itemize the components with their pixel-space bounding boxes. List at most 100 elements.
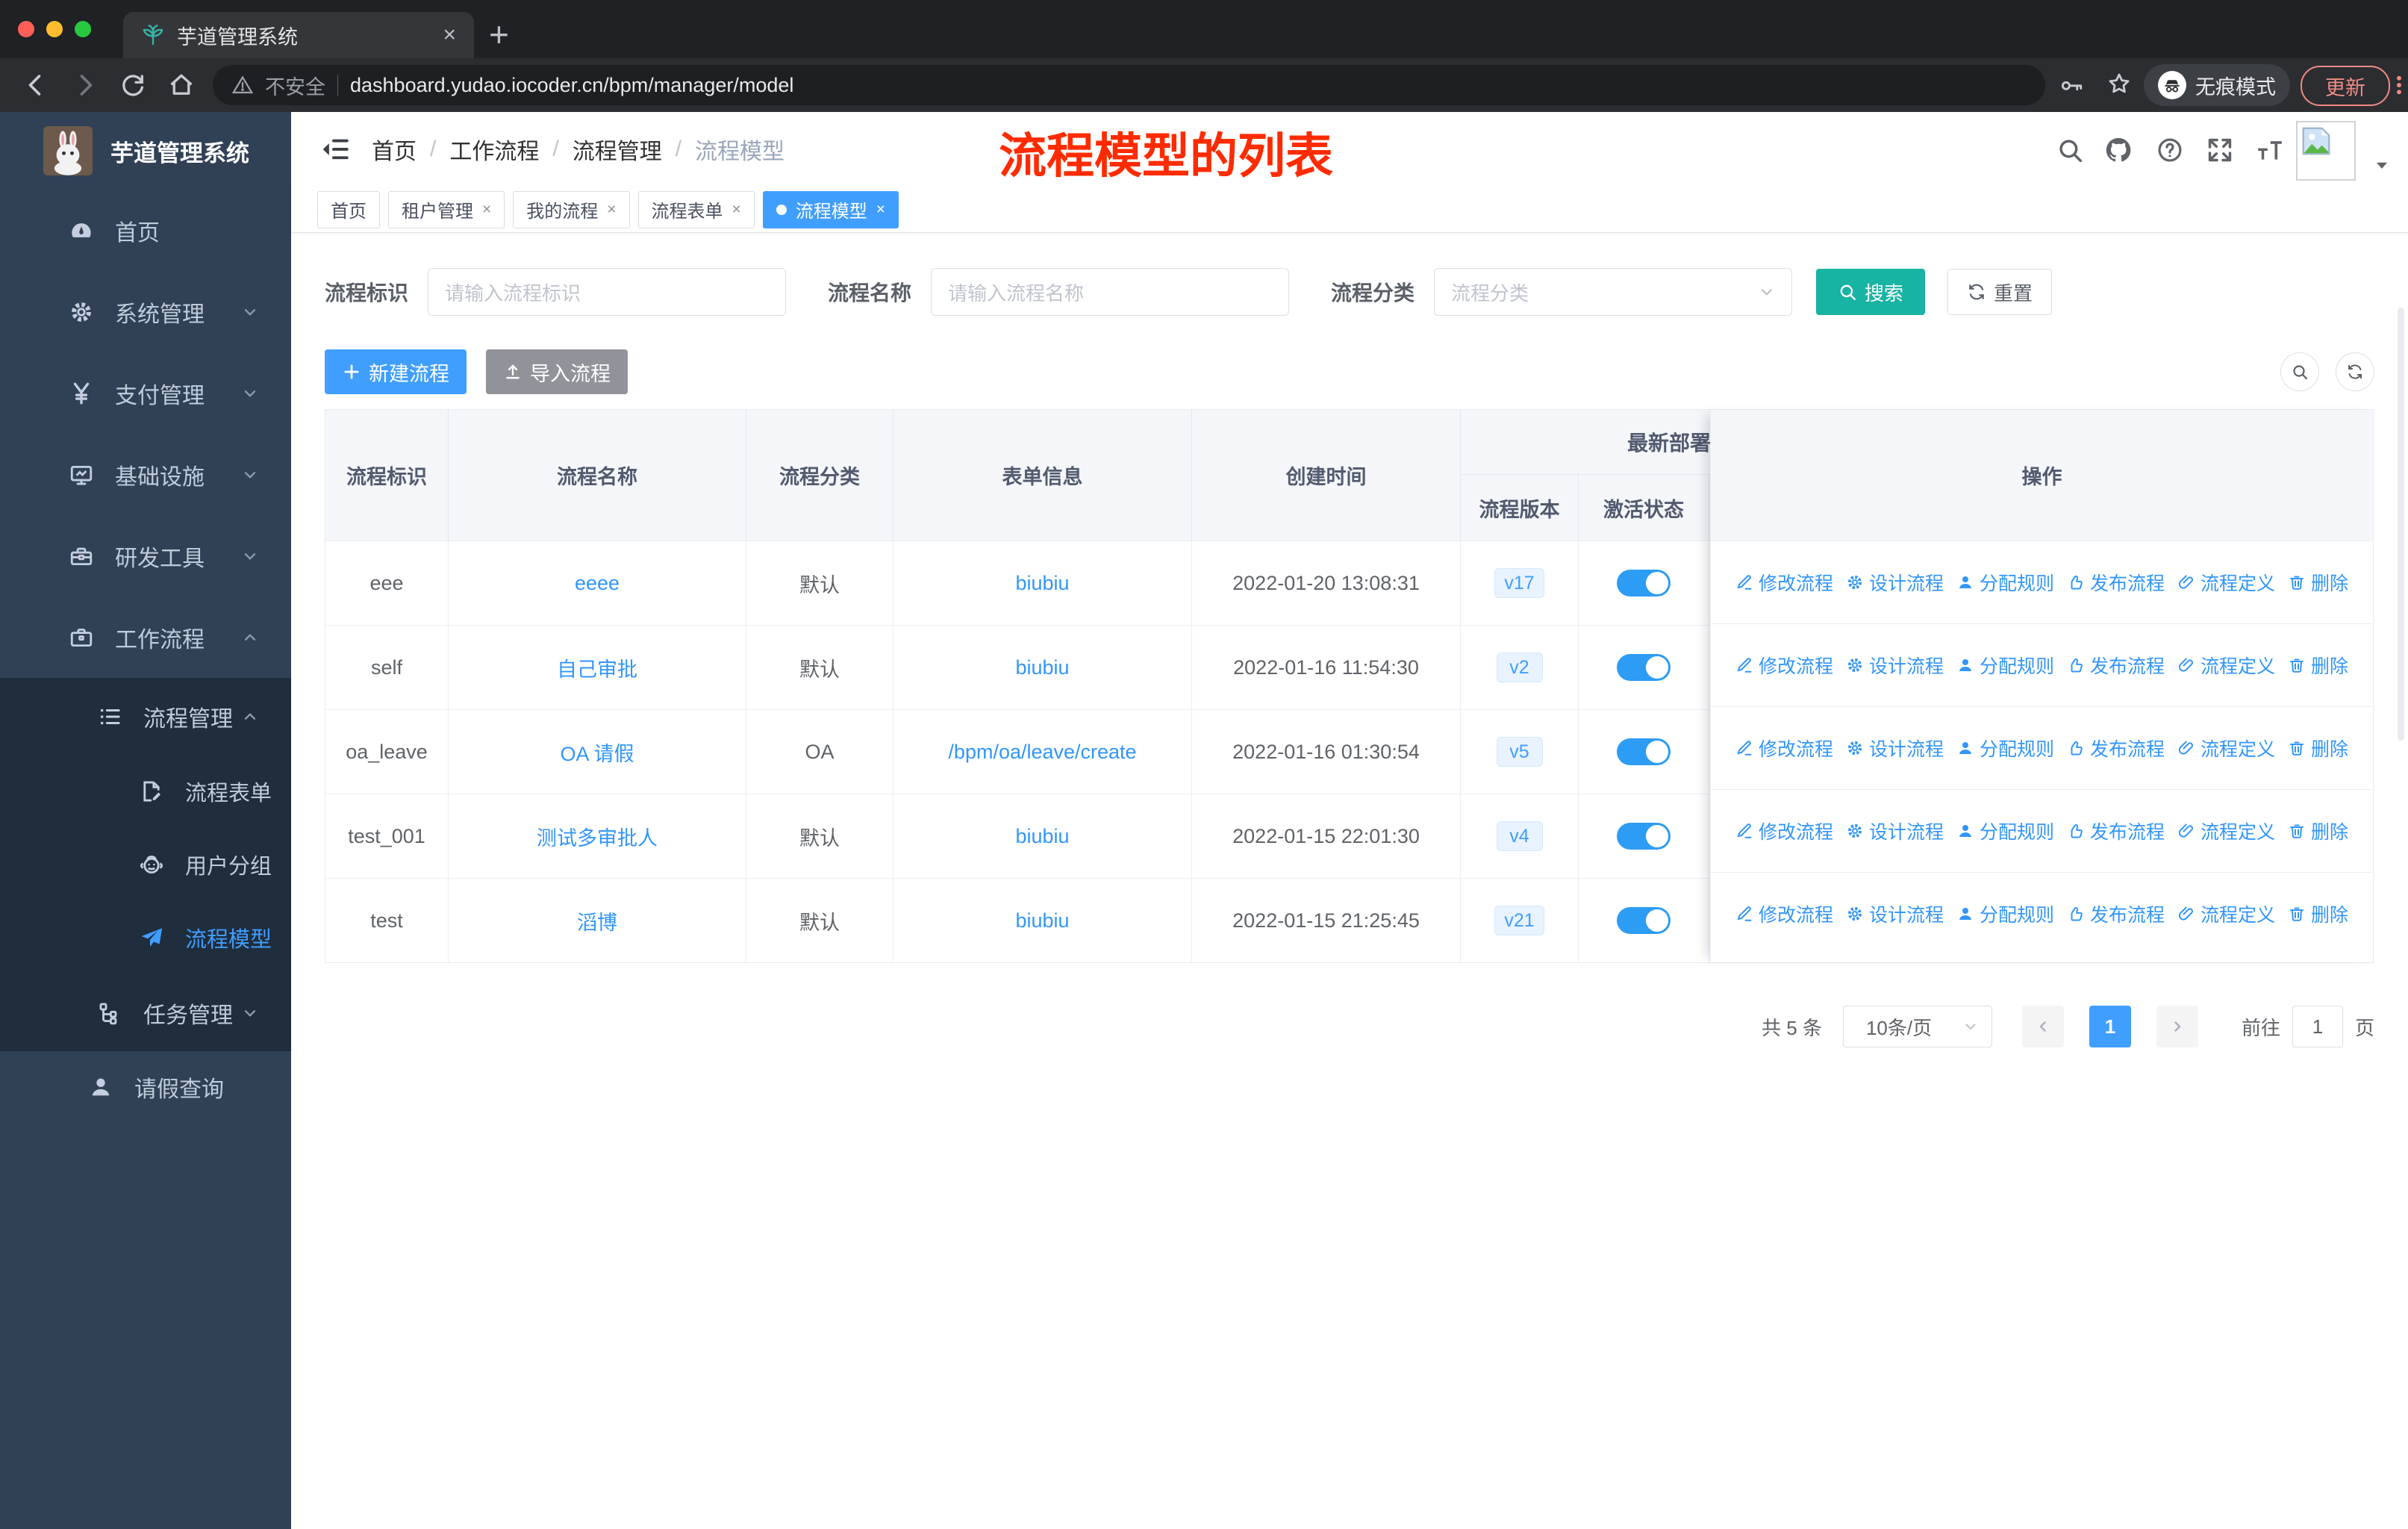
sidebar-item-system[interactable]: 系统管理 (0, 271, 291, 352)
password-key-icon[interactable] (2059, 71, 2084, 96)
publish-process-link[interactable]: 发布流程 (2067, 569, 2165, 596)
form-info-link[interactable]: /bpm/oa/leave/create (893, 710, 1192, 794)
delete-link[interactable]: 删除 (2288, 569, 2348, 596)
close-icon[interactable]: × (482, 201, 491, 219)
publish-process-link[interactable]: 发布流程 (2067, 652, 2165, 679)
reload-icon[interactable] (119, 72, 146, 99)
minimize-window-button[interactable] (46, 21, 63, 37)
form-info-link[interactable]: biubiu (893, 879, 1192, 962)
browser-menu-icon[interactable] (2387, 73, 2408, 97)
sidebar-item-task-management[interactable]: 任务管理 (0, 974, 291, 1051)
process-definition-link[interactable]: 流程定义 (2177, 569, 2275, 596)
create-process-button[interactable]: 新建流程 (325, 349, 467, 394)
browser-update-button[interactable]: 更新 (2301, 66, 2390, 106)
edit-process-link[interactable]: 修改流程 (1735, 900, 1833, 927)
close-icon[interactable]: × (732, 201, 741, 219)
active-toggle[interactable] (1617, 654, 1671, 681)
process-name-link[interactable]: 自己审批 (449, 626, 746, 709)
assign-rule-link[interactable]: 分配规则 (1956, 900, 2054, 927)
browser-tab[interactable]: 芋道管理系统 × (123, 12, 474, 58)
refresh-table-button[interactable] (2336, 352, 2374, 391)
sidebar-item-workflow[interactable]: 工作流程 (0, 597, 291, 678)
publish-process-link[interactable]: 发布流程 (2067, 735, 2165, 762)
scrollbar-thumb[interactable] (2398, 308, 2404, 741)
new-tab-button[interactable]: + (489, 15, 509, 54)
sidebar-item-devtools[interactable]: 研发工具 (0, 515, 291, 597)
design-process-link[interactable]: 设计流程 (1846, 900, 1944, 927)
sidebar-item-process-form[interactable]: 流程表单 (0, 755, 291, 828)
close-tab-icon[interactable]: × (443, 22, 456, 48)
forward-icon[interactable] (72, 72, 99, 99)
close-icon[interactable]: × (876, 201, 885, 219)
show-search-button[interactable] (2280, 352, 2319, 391)
publish-process-link[interactable]: 发布流程 (2067, 818, 2165, 844)
process-definition-link[interactable]: 流程定义 (2177, 900, 2275, 927)
assign-rule-link[interactable]: 分配规则 (1956, 818, 2054, 844)
font-size-icon[interactable] (2256, 136, 2284, 164)
sidebar-item-process-management[interactable]: 流程管理 (0, 678, 291, 755)
design-process-link[interactable]: 设计流程 (1846, 735, 1944, 762)
delete-link[interactable]: 删除 (2288, 735, 2348, 762)
page-size-select[interactable]: 10条/页 (1842, 1006, 1992, 1047)
form-info-link[interactable]: biubiu (893, 541, 1192, 625)
import-process-button[interactable]: 导入流程 (486, 349, 628, 394)
assign-rule-link[interactable]: 分配规则 (1956, 652, 2054, 679)
tag-process-model[interactable]: 流程模型 × (762, 190, 899, 228)
breadcrumb-workflow[interactable]: 工作流程 (449, 133, 539, 166)
sidebar-item-leave-query[interactable]: 请假查询 (0, 1051, 291, 1123)
sidebar-item-home[interactable]: 首页 (0, 190, 291, 271)
edit-process-link[interactable]: 修改流程 (1735, 569, 1833, 596)
zoom-window-button[interactable] (75, 21, 91, 37)
process-name-link[interactable]: OA 请假 (449, 710, 746, 794)
active-toggle[interactable] (1617, 570, 1671, 597)
close-icon[interactable]: × (607, 201, 616, 219)
help-icon[interactable] (2156, 136, 2184, 164)
breadcrumb-process-management[interactable]: 流程管理 (573, 133, 662, 166)
tag-home[interactable]: 首页 (317, 190, 380, 228)
process-definition-link[interactable]: 流程定义 (2177, 735, 2275, 762)
tag-tenant[interactable]: 租户管理 × (388, 190, 505, 228)
next-page-button[interactable] (2156, 1006, 2198, 1047)
fullscreen-icon[interactable] (2206, 136, 2234, 164)
process-key-input[interactable]: 请输入流程标识 (428, 268, 787, 316)
back-icon[interactable] (22, 72, 49, 99)
design-process-link[interactable]: 设计流程 (1846, 818, 1944, 844)
search-button[interactable]: 搜索 (1816, 269, 1926, 315)
home-icon[interactable] (168, 72, 195, 99)
prev-page-button[interactable] (2021, 1006, 2064, 1047)
delete-link[interactable]: 删除 (2288, 652, 2348, 679)
form-info-link[interactable]: biubiu (893, 794, 1192, 878)
process-definition-link[interactable]: 流程定义 (2177, 652, 2275, 679)
delete-link[interactable]: 删除 (2288, 900, 2348, 927)
github-icon[interactable] (2104, 136, 2133, 164)
publish-process-link[interactable]: 发布流程 (2067, 900, 2165, 927)
sidebar-item-process-model[interactable]: 流程模型 (0, 901, 291, 974)
address-bar[interactable]: 不安全 dashboard.yudao.iocoder.cn/bpm/manag… (213, 65, 2045, 105)
assign-rule-link[interactable]: 分配规则 (1956, 569, 2054, 596)
active-toggle[interactable] (1617, 907, 1671, 934)
sidebar-item-infrastructure[interactable]: 基础设施 (0, 434, 291, 515)
avatar-caret-icon[interactable] (2372, 155, 2392, 175)
active-toggle[interactable] (1617, 823, 1671, 850)
active-toggle[interactable] (1617, 738, 1671, 765)
process-definition-link[interactable]: 流程定义 (2177, 818, 2275, 844)
process-name-link[interactable]: eeee (449, 541, 746, 625)
breadcrumb-home[interactable]: 首页 (372, 133, 417, 166)
close-window-button[interactable] (18, 21, 34, 37)
collapse-sidebar-icon[interactable] (321, 134, 351, 164)
tag-process-form[interactable]: 流程表单 × (637, 190, 755, 228)
process-category-select[interactable]: 流程分类 (1434, 268, 1793, 316)
process-name-link[interactable]: 测试多审批人 (449, 794, 746, 878)
design-process-link[interactable]: 设计流程 (1846, 569, 1944, 596)
reset-button[interactable]: 重置 (1947, 269, 2053, 315)
tag-my-process[interactable]: 我的流程 × (513, 190, 630, 228)
bookmark-star-icon[interactable] (2106, 71, 2132, 96)
sidebar-item-payment[interactable]: 支付管理 (0, 352, 291, 434)
page-number-button[interactable]: 1 (2089, 1006, 2131, 1047)
delete-link[interactable]: 删除 (2288, 818, 2348, 844)
header-search-icon[interactable] (2056, 136, 2084, 164)
process-name-input[interactable]: 请输入流程名称 (931, 268, 1290, 316)
assign-rule-link[interactable]: 分配规则 (1956, 735, 2054, 762)
form-info-link[interactable]: biubiu (893, 626, 1192, 709)
edit-process-link[interactable]: 修改流程 (1735, 818, 1833, 844)
